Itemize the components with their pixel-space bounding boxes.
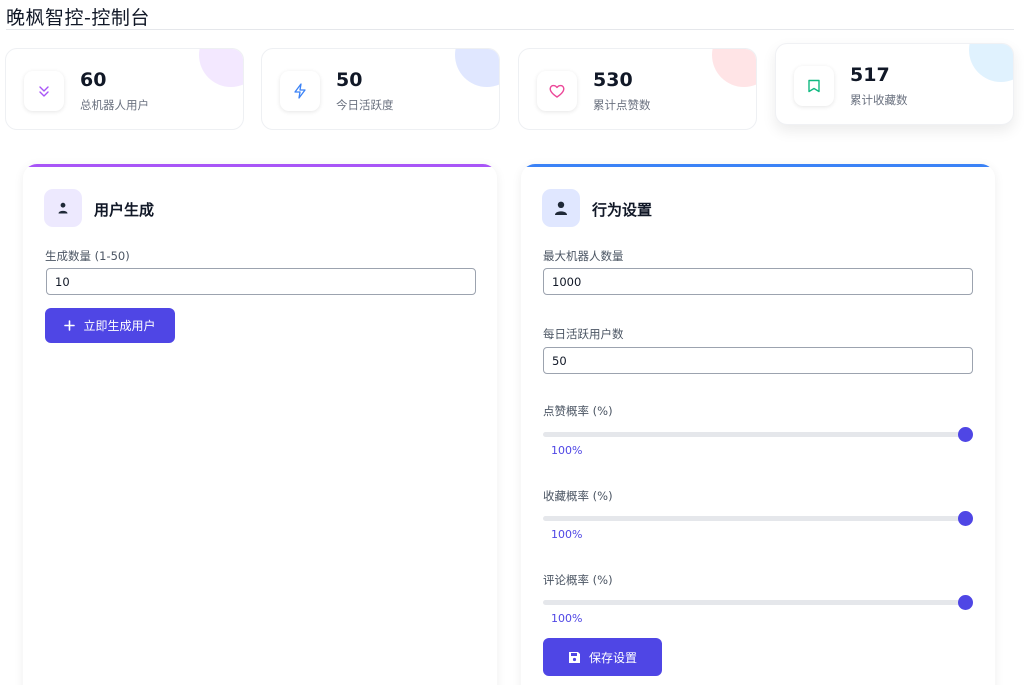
panel-icon-box — [44, 189, 82, 227]
user-tie-icon — [555, 201, 567, 215]
decor-blob — [969, 44, 1013, 82]
daily-active-label: 每日活跃用户数 — [543, 327, 624, 341]
stat-icon-box — [537, 71, 577, 111]
behavior-settings-panel: 行为设置 最大机器人数量 每日活跃用户数 点赞概率 (%) 100% 收藏概率 … — [521, 164, 995, 685]
generate-users-button[interactable]: 立即生成用户 — [45, 308, 175, 343]
fav-rate-slider-thumb[interactable] — [957, 511, 973, 526]
stat-icon-box — [280, 71, 320, 111]
chevrons-down-icon — [39, 86, 49, 97]
stat-label: 总机器人用户 — [80, 98, 149, 112]
stat-value: 60 — [80, 69, 107, 91]
user-generation-panel: 用户生成 生成数量 (1-50) 立即生成用户 — [23, 164, 497, 685]
stat-card-likes: 530 累计点赞数 — [518, 48, 757, 130]
save-icon — [568, 651, 580, 663]
like-rate-label: 点赞概率 (%) — [543, 404, 613, 418]
like-rate-value: 100% — [551, 444, 583, 457]
comment-rate-value: 100% — [551, 612, 583, 625]
like-rate-slider[interactable] — [543, 432, 965, 437]
max-bots-label: 最大机器人数量 — [543, 249, 624, 263]
title-divider — [6, 29, 1014, 30]
user-icon — [58, 202, 68, 214]
panel-accent-line — [521, 164, 995, 167]
fav-rate-label: 收藏概率 (%) — [543, 489, 613, 503]
generate-users-label: 立即生成用户 — [83, 319, 156, 333]
fav-rate-slider[interactable] — [543, 516, 965, 521]
comment-rate-slider[interactable] — [543, 600, 965, 605]
like-rate-slider-thumb[interactable] — [957, 427, 973, 442]
save-settings-button[interactable]: 保存设置 — [543, 638, 662, 676]
bookmark-icon — [808, 79, 820, 93]
stat-value: 50 — [336, 69, 363, 91]
count-label: 生成数量 (1-50) — [45, 249, 130, 263]
page-title: 晚枫智控-控制台 — [6, 7, 150, 29]
heart-icon — [549, 84, 565, 98]
stat-card-favorites: 517 累计收藏数 — [775, 43, 1014, 125]
save-settings-label: 保存设置 — [588, 650, 637, 665]
panel-title: 行为设置 — [592, 201, 653, 219]
daily-active-input[interactable] — [543, 347, 973, 374]
panel-icon-box — [542, 189, 580, 227]
comment-rate-label: 评论概率 (%) — [543, 573, 613, 587]
decor-blob — [199, 49, 243, 87]
decor-blob — [455, 49, 499, 87]
max-bots-input[interactable] — [543, 268, 973, 295]
stat-icon-box — [794, 66, 834, 106]
count-input[interactable] — [46, 268, 476, 295]
stat-value: 530 — [593, 69, 633, 91]
fav-rate-value: 100% — [551, 528, 583, 541]
stat-card-bot-users: 60 总机器人用户 — [5, 48, 244, 130]
stat-label: 今日活跃度 — [336, 98, 394, 112]
lightning-icon — [294, 83, 306, 99]
panel-title: 用户生成 — [94, 201, 155, 219]
stat-value: 517 — [850, 64, 890, 86]
stat-label: 累计收藏数 — [850, 93, 908, 107]
stat-icon-box — [24, 71, 64, 111]
stat-card-daily-activity: 50 今日活跃度 — [261, 48, 500, 130]
comment-rate-slider-thumb[interactable] — [957, 595, 973, 610]
stat-label: 累计点赞数 — [593, 98, 651, 112]
panel-accent-line — [23, 164, 497, 167]
plus-icon — [64, 320, 76, 331]
decor-blob — [712, 49, 756, 87]
